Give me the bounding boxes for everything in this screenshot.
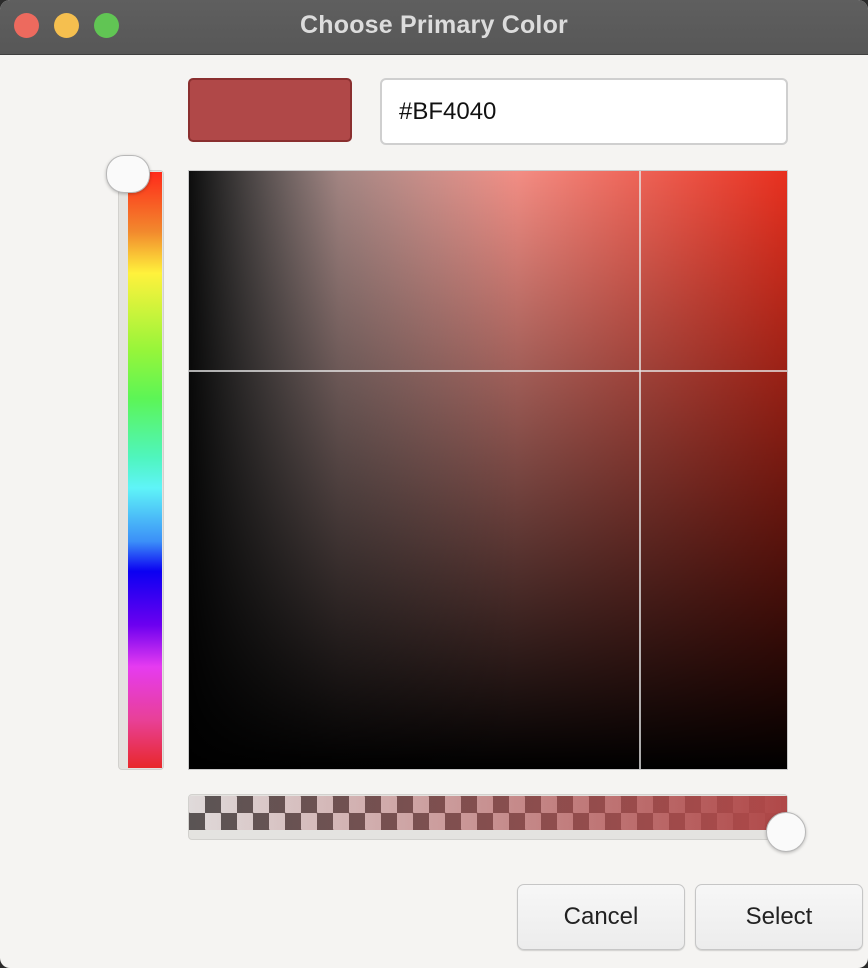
title-bar[interactable]: Choose Primary Color [0, 0, 868, 55]
sv-crosshair-horizontal [189, 370, 787, 372]
color-preview-swatch [188, 78, 352, 142]
sv-crosshair-vertical [639, 171, 641, 769]
window-title: Choose Primary Color [300, 11, 568, 39]
hex-color-input[interactable] [380, 78, 788, 145]
cancel-button[interactable]: Cancel [517, 884, 685, 950]
sv-shade-layer [189, 171, 787, 769]
select-button[interactable]: Select [695, 884, 863, 950]
hue-slider-gradient[interactable] [128, 172, 162, 768]
alpha-color-gradient [189, 796, 787, 830]
alpha-slider-thumb[interactable] [766, 812, 806, 852]
hue-slider-thumb[interactable] [106, 155, 150, 193]
color-picker-dialog: Choose Primary Color Cancel Select [0, 0, 868, 968]
alpha-slider-gradient[interactable] [189, 796, 787, 830]
saturation-value-picker[interactable] [188, 170, 788, 770]
